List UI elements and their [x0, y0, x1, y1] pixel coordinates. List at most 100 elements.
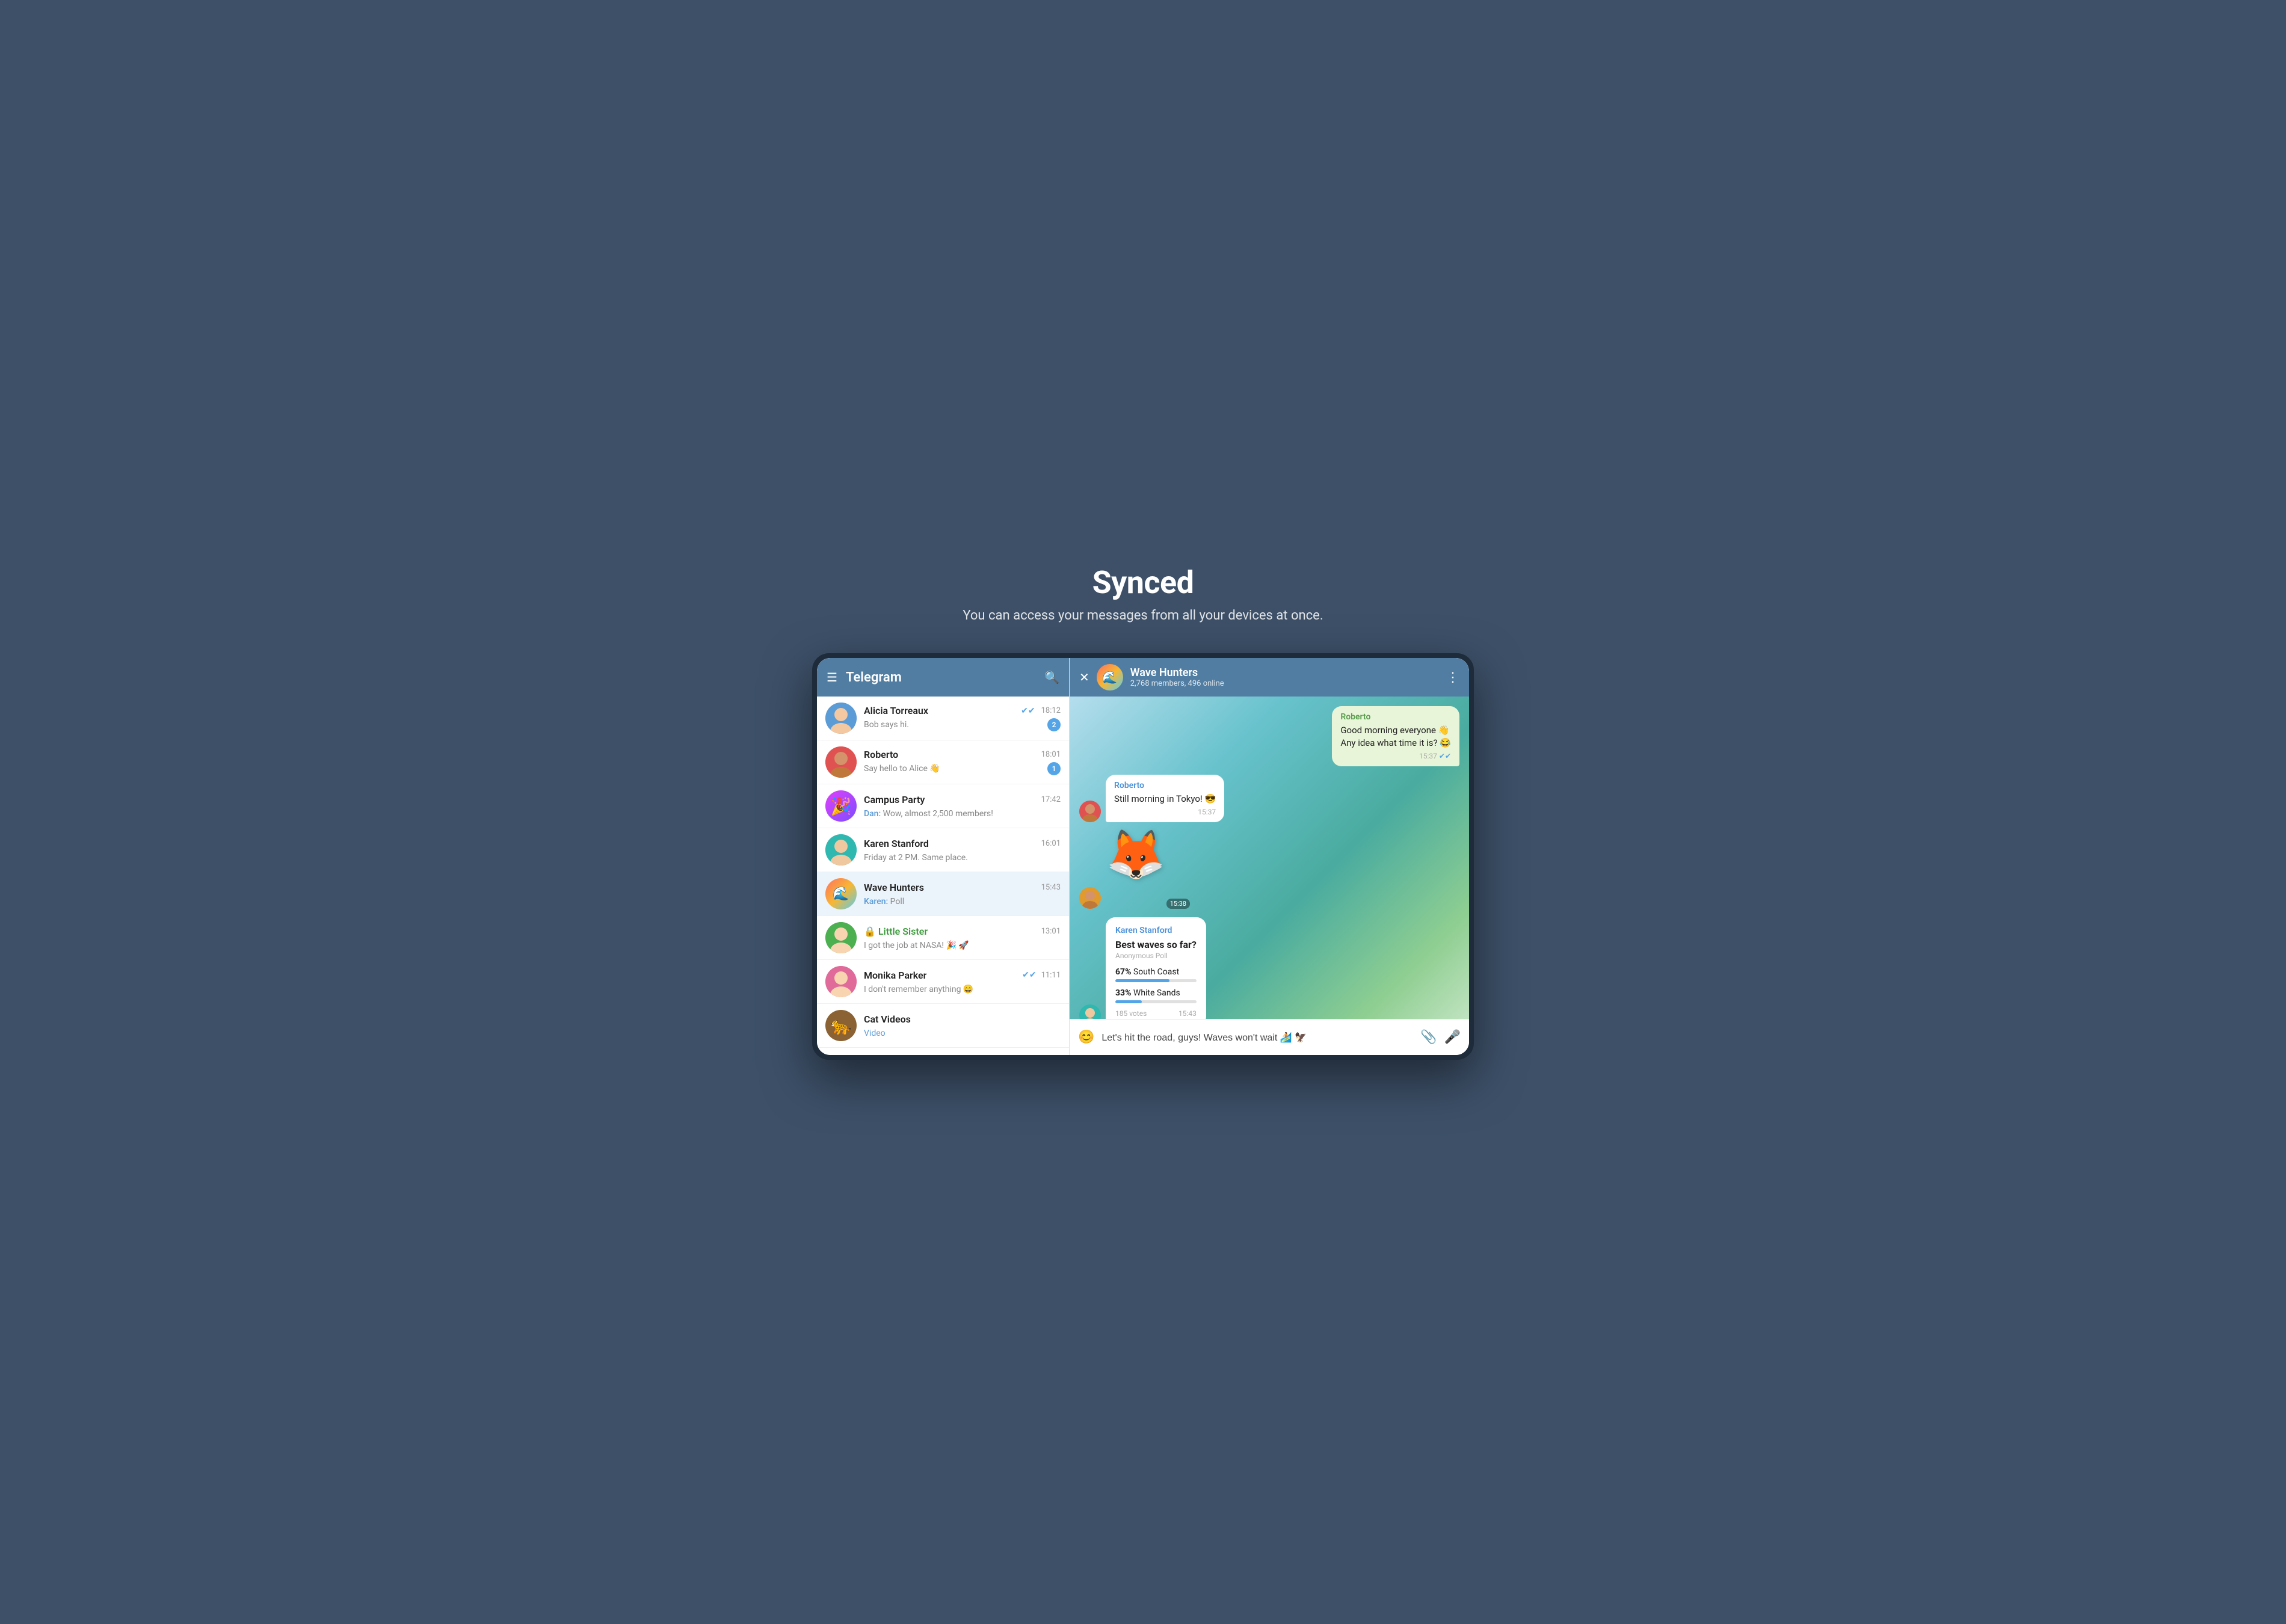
- chat-time-monika: 11:11: [1041, 971, 1061, 980]
- chat-info-littlesister: 🔒 Little Sister 13:01 I got the job at N…: [864, 926, 1061, 950]
- poll-sender: Karen Stanford: [1115, 926, 1197, 935]
- search-icon[interactable]: 🔍: [1044, 670, 1059, 684]
- chat-time-littlesister: 13:01: [1041, 927, 1061, 936]
- chat-name-catvideos: Cat Videos: [864, 1013, 911, 1025]
- msg-time-in-1: 15:37: [1114, 808, 1216, 816]
- chat-view-name: Wave Hunters: [1130, 666, 1439, 679]
- chat-item-roberto[interactable]: Roberto 18:01 Say hello to Alice 👋 1: [817, 740, 1069, 784]
- chat-item-littlesister[interactable]: 🔒 Little Sister 13:01 I got the job at N…: [817, 916, 1069, 960]
- poll-type: Anonymous Poll: [1115, 952, 1197, 960]
- chat-preview-roberto: Say hello to Alice 👋: [864, 764, 940, 774]
- chat-name-karen: Karen Stanford: [864, 838, 929, 849]
- msg-sender-out: Roberto: [1340, 712, 1451, 722]
- chat-preview-alicia: Bob says hi.: [864, 720, 909, 730]
- badge-roberto: 1: [1047, 762, 1061, 775]
- msg-sender-in-1: Roberto: [1114, 781, 1216, 790]
- messages-area: Roberto Good morning everyone 👋Any idea …: [1079, 706, 1459, 1019]
- chat-name-row-campus: Campus Party 17:42: [864, 794, 1061, 805]
- check-monika: ✔✔: [1022, 970, 1036, 980]
- chat-view-info: Wave Hunters 2,768 members, 496 online: [1130, 666, 1439, 688]
- chat-item-catvideos[interactable]: 🐆 Cat Videos Video: [817, 1004, 1069, 1048]
- chat-name-row-catvideos: Cat Videos: [864, 1013, 1061, 1025]
- chat-name-wavehunters: Wave Hunters: [864, 882, 924, 893]
- chat-name-row-littlesister: 🔒 Little Sister 13:01: [864, 926, 1061, 937]
- chat-time-alicia: 18:12: [1041, 706, 1061, 715]
- avatar-alicia: [825, 703, 857, 734]
- msg-text-out: Good morning everyone 👋Any idea what tim…: [1340, 724, 1451, 749]
- device-inner: ☰ Telegram 🔍: [817, 658, 1469, 1055]
- device-frame: ☰ Telegram 🔍: [812, 653, 1474, 1060]
- chat-item-monika[interactable]: Monika Parker ✔✔ 11:11 I don't remember …: [817, 960, 1069, 1004]
- chat-preview-karen: Friday at 2 PM. Same place.: [864, 853, 968, 863]
- app-container: ☰ Telegram 🔍: [817, 658, 1469, 1055]
- msg-poll: Karen Stanford Best waves so far? Anonym…: [1079, 917, 1459, 1019]
- chat-time-roberto: 18:01: [1041, 750, 1061, 759]
- chat-name-row-karen: Karen Stanford 16:01: [864, 838, 1061, 849]
- chat-name-monika: Monika Parker: [864, 970, 926, 981]
- poll-option-label-1: 67% South Coast: [1115, 967, 1197, 977]
- poll-question: Best waves so far?: [1115, 939, 1197, 950]
- chat-time-campus: 17:42: [1041, 795, 1061, 804]
- page-title: Synced: [1092, 564, 1194, 601]
- poll-option-label-2: 33% White Sands: [1115, 988, 1197, 998]
- header-left: ☰ Telegram: [827, 670, 902, 685]
- chat-info-wavehunters: Wave Hunters 15:43 Karen: Poll: [864, 882, 1061, 906]
- chat-name-row-roberto: Roberto 18:01: [864, 749, 1061, 760]
- check-alicia: ✔✔: [1021, 706, 1035, 716]
- badge-alicia: 2: [1047, 718, 1061, 731]
- chat-name-row: Alicia Torreaux ✔✔ 18:12: [864, 705, 1061, 716]
- poll-card: Karen Stanford Best waves so far? Anonym…: [1106, 917, 1206, 1019]
- chat-preview-campus: Dan: Wow, almost 2,500 members!: [864, 809, 993, 819]
- msg-time-out: 15:37 ✔✔: [1340, 752, 1451, 760]
- msg-avatar-sticker: [1079, 887, 1101, 909]
- double-check-icon: ✔✔: [1439, 752, 1451, 760]
- msg-incoming-1: Roberto Still morning in Tokyo! 😎 15:37: [1079, 775, 1459, 822]
- avatar-wavehunters-header: 🌊: [1097, 664, 1123, 691]
- avatar-karen: [825, 834, 857, 866]
- avatar-littlesister: [825, 922, 857, 953]
- chat-view-panel: ✕ 🌊 Wave Hunters 2,768 members, 496 onli…: [1070, 658, 1469, 1055]
- poll-votes: 185 votes: [1115, 1009, 1147, 1018]
- message-input[interactable]: [1101, 1032, 1413, 1043]
- poll-bar-fill-1: [1115, 979, 1169, 982]
- chat-item-alicia[interactable]: Alicia Torreaux ✔✔ 18:12 Bob says hi. 2: [817, 697, 1069, 740]
- chat-name-roberto: Roberto: [864, 749, 898, 760]
- sticker-time: 15:38: [1166, 899, 1190, 909]
- chat-name-row-wavehunters: Wave Hunters 15:43: [864, 882, 1061, 893]
- chat-item-campus[interactable]: 🎉 Campus Party 17:42 Dan: Wow, almost 2,…: [817, 784, 1069, 828]
- emoji-button[interactable]: 😊: [1078, 1030, 1094, 1045]
- poll-option-1: 67% South Coast: [1115, 967, 1197, 982]
- chat-item-wavehunters[interactable]: 🌊 Wave Hunters 15:43 Karen: Poll: [817, 872, 1069, 916]
- chat-info-campus: Campus Party 17:42 Dan: Wow, almost 2,50…: [864, 794, 1061, 819]
- chat-list-panel: ☰ Telegram 🔍: [817, 658, 1070, 1055]
- msg-avatar-poll: [1079, 1004, 1101, 1019]
- chat-info-alicia: Alicia Torreaux ✔✔ 18:12 Bob says hi. 2: [864, 705, 1061, 731]
- msg-avatar-roberto: [1079, 801, 1101, 822]
- mic-button[interactable]: 🎤: [1444, 1030, 1461, 1045]
- chat-time-karen: 16:01: [1041, 839, 1061, 848]
- chat-info-karen: Karen Stanford 16:01 Friday at 2 PM. Sam…: [864, 838, 1061, 863]
- sticker-image: 🦊 15:38: [1106, 831, 1190, 909]
- chat-view-header: ✕ 🌊 Wave Hunters 2,768 members, 496 onli…: [1070, 658, 1469, 697]
- chat-name-littlesister: 🔒 Little Sister: [864, 926, 928, 937]
- page-subtitle: You can access your messages from all yo…: [963, 608, 1323, 623]
- chat-info-catvideos: Cat Videos Video: [864, 1013, 1061, 1038]
- msg-text-in-1: Still morning in Tokyo! 😎: [1114, 793, 1216, 805]
- close-button[interactable]: ✕: [1079, 670, 1089, 684]
- msg-bubble-outgoing-1: Roberto Good morning everyone 👋Any idea …: [1332, 706, 1459, 766]
- hamburger-icon[interactable]: ☰: [827, 670, 837, 684]
- chat-preview-wavehunters: Karen: Poll: [864, 897, 904, 906]
- avatar-catvideos: 🐆: [825, 1010, 857, 1041]
- chat-preview-monika: I don't remember anything 😄: [864, 985, 973, 994]
- poll-bar-bg-2: [1115, 1000, 1197, 1003]
- msg-bubble-incoming-1: Roberto Still morning in Tokyo! 😎 15:37: [1106, 775, 1224, 822]
- poll-footer: 185 votes 15:43: [1115, 1009, 1197, 1018]
- attach-button[interactable]: 📎: [1420, 1030, 1437, 1045]
- chat-item-karen[interactable]: Karen Stanford 16:01 Friday at 2 PM. Sam…: [817, 828, 1069, 872]
- sticker-emoji: 🦊: [1106, 831, 1190, 879]
- more-options-button[interactable]: ⋮: [1446, 670, 1459, 685]
- chat-preview-catvideos: Video: [864, 1029, 886, 1038]
- poll-option-2: 33% White Sands: [1115, 988, 1197, 1003]
- chat-info-monika: Monika Parker ✔✔ 11:11 I don't remember …: [864, 970, 1061, 994]
- chat-list: Alicia Torreaux ✔✔ 18:12 Bob says hi. 2: [817, 697, 1069, 1055]
